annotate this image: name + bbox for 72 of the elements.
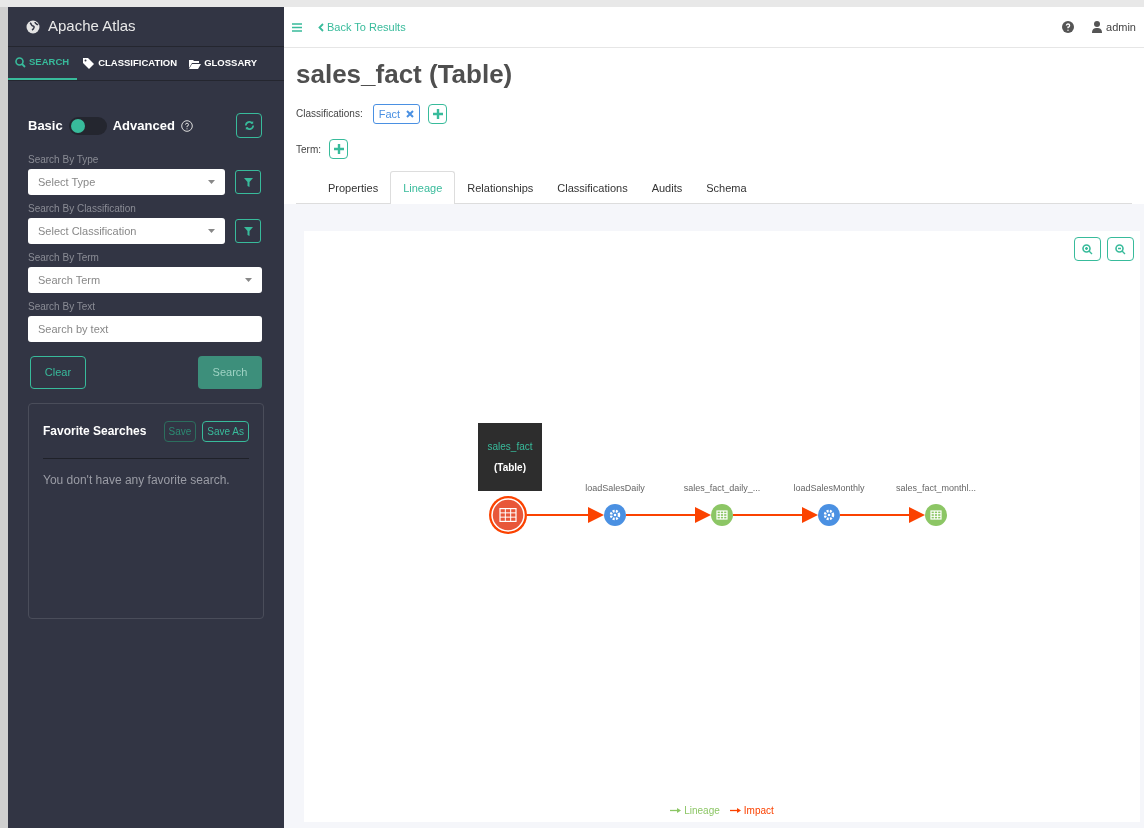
tab[interactable]: Classifications	[545, 171, 640, 205]
add-classification-button[interactable]	[428, 104, 448, 124]
node-label: sales_fact_monthl...	[896, 483, 976, 493]
plus-icon	[432, 109, 443, 119]
select-field[interactable]: Select Classification	[28, 218, 225, 244]
chevron-left-icon	[318, 22, 324, 32]
classifications-label: Classifications:	[296, 107, 363, 121]
tab[interactable]: Properties	[316, 171, 391, 205]
tooltip-name: sales_fact	[487, 440, 533, 454]
tooltip-type: (Table)	[493, 461, 526, 475]
process-node[interactable]	[818, 504, 840, 526]
user-icon	[1092, 21, 1103, 33]
select-field[interactable]: Select Type	[28, 169, 225, 195]
select-field[interactable]: Search Term	[28, 267, 262, 293]
add-term-button[interactable]	[329, 139, 348, 159]
menu-icon[interactable]	[292, 22, 302, 32]
process-node[interactable]	[604, 504, 626, 526]
tab[interactable]: Schema	[694, 171, 759, 205]
sidebar-tab[interactable]: SEARCH	[8, 47, 78, 80]
tab[interactable]: Relationships	[455, 171, 546, 205]
globe-icon	[26, 19, 40, 34]
plus-icon	[333, 144, 344, 154]
user-name[interactable]: admin	[1106, 18, 1136, 36]
node-label: loadSalesDaily	[585, 483, 645, 493]
sidebar-tab[interactable]: CLASSIFICATION	[77, 47, 184, 80]
zoom-in-icon	[1082, 243, 1093, 255]
filter-label: Search By Type	[28, 153, 100, 167]
mode-toggle[interactable]	[68, 116, 107, 135]
refresh-button[interactable]	[236, 113, 262, 138]
zoom-out-button[interactable]	[1107, 237, 1134, 261]
tag-label: Fact	[378, 106, 401, 122]
filter-icon	[243, 177, 253, 187]
filter-label: Search By Text	[28, 300, 97, 314]
save-as-button[interactable]: Save As	[202, 420, 249, 442]
entity-title: sales_fact (Table)	[296, 58, 514, 91]
filter-button[interactable]	[235, 219, 261, 243]
favorites-title: Favorite Searches	[43, 423, 147, 440]
search-icon	[15, 57, 26, 68]
filter-label: Search By Classification	[28, 202, 137, 216]
caret-icon	[208, 180, 215, 184]
save-button[interactable]: Save	[163, 420, 197, 442]
filter-button[interactable]	[235, 170, 261, 194]
remove-icon[interactable]	[406, 110, 415, 118]
legend-item: Impact	[729, 803, 774, 818]
clear-button[interactable]: Clear	[30, 356, 86, 389]
folder-icon	[189, 58, 202, 69]
term-label: Term:	[296, 142, 321, 157]
arrow-icon	[729, 808, 741, 813]
refresh-icon	[243, 120, 255, 131]
filter-icon	[243, 226, 253, 236]
sidebar-tab[interactable]: GLOSSARY	[183, 47, 264, 80]
node-label: sales_fact_daily_...	[683, 483, 761, 493]
tab[interactable]: Audits	[639, 171, 695, 205]
table-node[interactable]	[489, 496, 527, 534]
help-icon[interactable]	[180, 119, 193, 132]
arrow-icon	[670, 808, 682, 813]
caret-icon	[245, 278, 252, 282]
help-icon[interactable]	[1062, 21, 1075, 33]
input-field[interactable]: Search by text	[28, 316, 262, 342]
mode-label: Advanced	[112, 116, 175, 135]
app-title: Apache Atlas	[48, 16, 136, 37]
table-node[interactable]	[925, 504, 947, 526]
zoom-out-icon	[1115, 243, 1126, 255]
legend-item: Lineage	[670, 803, 720, 818]
node-label: loadSalesMonthly	[793, 483, 865, 493]
caret-icon	[208, 229, 215, 233]
empty-message: You don't have any favorite search.	[43, 472, 231, 489]
table-node[interactable]	[711, 504, 733, 526]
mode-label: Basic	[28, 116, 63, 135]
filter-label: Search By Term	[28, 251, 100, 265]
tag-icon	[83, 58, 96, 69]
zoom-in-button[interactable]	[1074, 237, 1101, 261]
